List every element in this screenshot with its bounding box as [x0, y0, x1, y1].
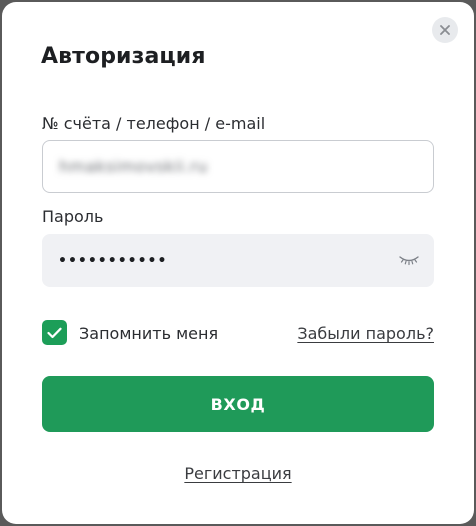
forgot-password-link[interactable]: Забыли пароль? [297, 324, 434, 343]
dialog-title: Авторизация [41, 44, 206, 69]
password-input[interactable]: ••••••••••• [42, 234, 434, 287]
remember-checkbox[interactable] [42, 320, 67, 345]
login-input[interactable]: hmaksimovskii.ru [42, 140, 434, 193]
close-button[interactable] [432, 17, 458, 43]
login-label: № счёта / телефон / e-mail [42, 114, 266, 133]
login-button[interactable]: ВХОД [42, 376, 434, 432]
login-value: hmaksimovskii.ru [59, 157, 208, 176]
register-link[interactable]: Регистрация [184, 464, 291, 483]
checkmark-icon [47, 327, 62, 338]
remember-label[interactable]: Запомнить меня [79, 324, 218, 343]
register-link-container: Регистрация [2, 464, 474, 483]
password-label: Пароль [42, 207, 104, 226]
eye-closed-icon[interactable] [398, 251, 420, 267]
close-icon [440, 25, 450, 35]
login-dialog: Авторизация № счёта / телефон / e-mail h… [2, 2, 474, 524]
password-value: ••••••••••• [58, 252, 168, 269]
